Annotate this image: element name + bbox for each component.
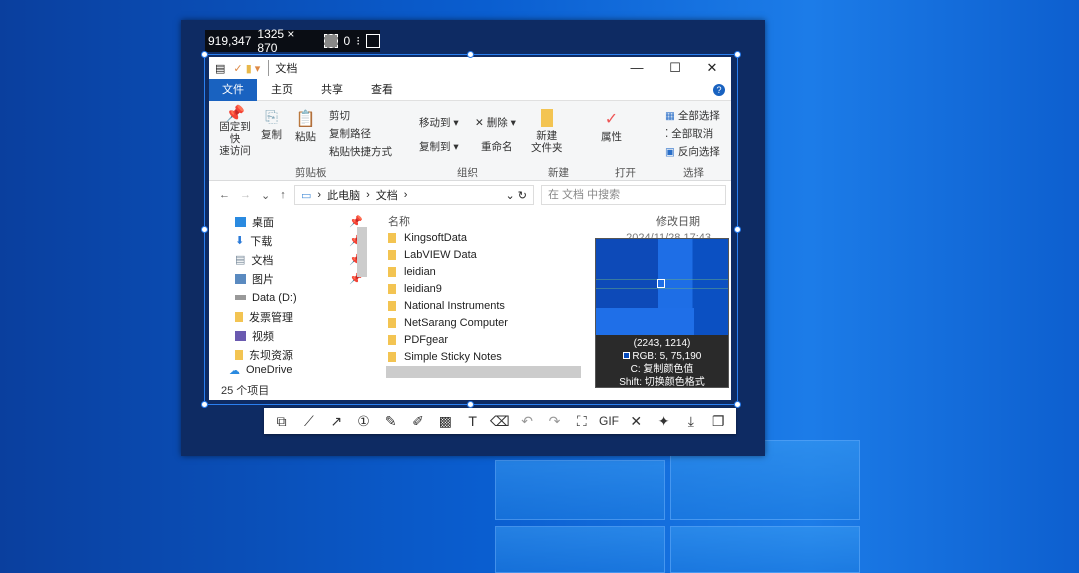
scroll-capture-icon[interactable]: ⛶ bbox=[572, 413, 592, 430]
arrow-tool-icon[interactable]: ↗ bbox=[326, 413, 346, 430]
gif-button[interactable]: GIF bbox=[599, 414, 619, 428]
save-icon[interactable]: ⤓ bbox=[681, 413, 701, 430]
windows-logo-pane bbox=[670, 526, 860, 573]
windows-logo-pane bbox=[495, 526, 665, 573]
close-icon[interactable]: ✕ bbox=[626, 413, 646, 430]
pencil-icon[interactable]: ✎ bbox=[381, 413, 401, 430]
corner-radius-icon[interactable] bbox=[323, 34, 338, 48]
corner-radius-value[interactable]: 0 bbox=[344, 34, 351, 48]
color-swatch bbox=[622, 352, 630, 359]
capture-info-bar: 919,347 1325 × 870 0 ⁝ bbox=[205, 27, 380, 55]
resize-handle[interactable] bbox=[201, 51, 208, 58]
copy-color-hint: C: 复制颜色值 bbox=[630, 364, 694, 375]
redo-icon[interactable]: ↷ bbox=[544, 413, 564, 430]
resize-handle[interactable] bbox=[201, 401, 208, 408]
switch-format-hint: Shift: 切换颜色格式 bbox=[619, 377, 705, 388]
resize-handle[interactable] bbox=[734, 226, 741, 233]
resize-handle[interactable] bbox=[734, 401, 741, 408]
eraser-icon[interactable]: ⌫ bbox=[490, 413, 510, 430]
text-tool-icon[interactable]: T bbox=[463, 413, 483, 429]
copy-icon[interactable]: ❐ bbox=[708, 413, 728, 430]
annotation-toolbar: ⧉ ⟋ ↗ ① ✎ ✐ ▩ T ⌫ ↶ ↷ ⛶ GIF ✕ ✦ ⤓ ❐ bbox=[264, 408, 736, 434]
highlighter-icon[interactable]: ✐ bbox=[408, 413, 428, 430]
pixel-coordinates: (2243, 1214) bbox=[633, 338, 691, 349]
shape-tool-icon[interactable]: ⧉ bbox=[272, 413, 292, 430]
magnified-pixels bbox=[596, 239, 728, 335]
selection-size: 1325 × 870 bbox=[257, 27, 295, 55]
aspect-ratio-icon[interactable] bbox=[366, 34, 380, 48]
color-magnifier: (2243, 1214) RGB: 5, 75,190 C: 复制颜色值 Shi… bbox=[595, 238, 729, 388]
polyline-tool-icon[interactable]: ⟋ bbox=[299, 413, 319, 430]
number-marker-icon[interactable]: ① bbox=[353, 413, 373, 430]
windows-logo-pane bbox=[495, 460, 665, 520]
resize-handle[interactable] bbox=[201, 226, 208, 233]
resize-handle[interactable] bbox=[734, 51, 741, 58]
undo-icon[interactable]: ↶ bbox=[517, 413, 537, 430]
cursor-position: 919,347 bbox=[208, 34, 252, 48]
rgb-value: RGB: 5, 75,190 bbox=[632, 351, 702, 362]
resize-handle[interactable] bbox=[467, 51, 474, 58]
stepper-icon[interactable]: ⁝ bbox=[356, 34, 360, 48]
resize-handle[interactable] bbox=[467, 401, 474, 408]
mosaic-icon[interactable]: ▩ bbox=[435, 413, 455, 430]
pin-icon[interactable]: ✦ bbox=[654, 413, 674, 430]
